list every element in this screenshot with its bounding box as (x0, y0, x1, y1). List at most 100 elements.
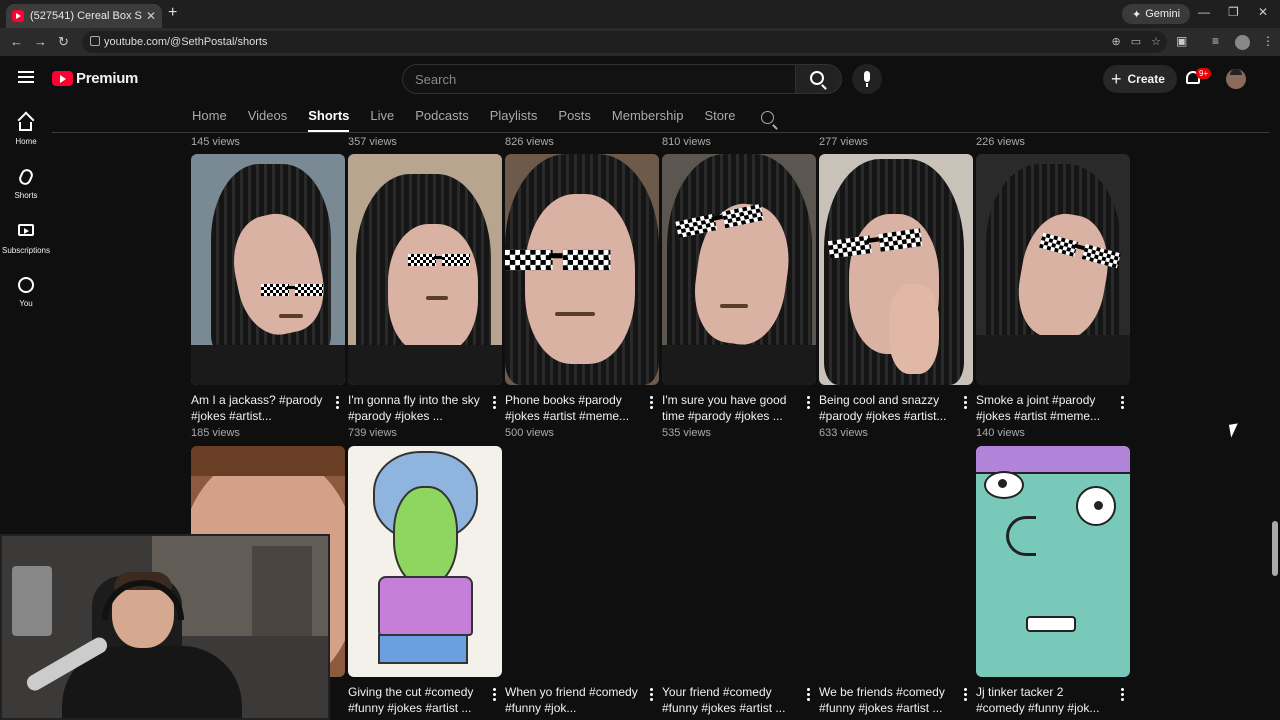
short-thumbnail[interactable] (348, 154, 502, 385)
more-options-icon[interactable] (493, 396, 496, 409)
guide-label: Shorts (14, 191, 38, 200)
media-queue-icon[interactable]: ≡ (1212, 34, 1219, 48)
guide-item-you[interactable]: You (0, 277, 52, 308)
browser-menu-icon[interactable]: ⋮ (1262, 34, 1274, 48)
tab-live[interactable]: Live (370, 102, 394, 132)
address-bar[interactable]: youtube.com/@SethPostal/shorts ⊕ ▭ ☆ (82, 31, 1167, 53)
more-options-icon[interactable] (807, 396, 810, 409)
search-input[interactable] (415, 71, 775, 87)
guide-item-home[interactable]: Home (0, 115, 52, 146)
short-card[interactable]: Smoke a joint #parody #jokes #artist #me… (976, 154, 1130, 439)
search-button[interactable] (796, 64, 842, 94)
create-button[interactable]: + Create (1103, 65, 1177, 93)
tab-videos[interactable]: Videos (248, 102, 288, 132)
short-card[interactable]: I'm sure you have good time #parody #jok… (662, 154, 816, 439)
window-close-button[interactable]: ✕ (1258, 5, 1268, 19)
search-icon (810, 71, 824, 85)
voice-search-icon[interactable] (852, 64, 882, 94)
browser-profile-avatar[interactable] (1235, 35, 1250, 50)
short-title[interactable]: Smoke a joint #parody #jokes #artist #me… (976, 392, 1110, 424)
maximize-button[interactable]: ❐ (1228, 5, 1239, 19)
reload-icon[interactable]: ↻ (58, 34, 69, 50)
short-card[interactable]: Being cool and snazzy #parody #jokes #ar… (819, 154, 973, 439)
tab-posts[interactable]: Posts (558, 102, 591, 132)
short-card[interactable]: When yo friend #comedy #funny #jok... (505, 446, 659, 716)
more-options-icon[interactable] (807, 688, 810, 701)
tab-podcasts[interactable]: Podcasts (415, 102, 468, 132)
short-views: 277 views (819, 136, 868, 148)
tab-playlists[interactable]: Playlists (490, 102, 538, 132)
tab-store[interactable]: Store (704, 102, 735, 132)
site-info-icon[interactable] (90, 36, 100, 46)
tab-shorts[interactable]: Shorts (308, 102, 350, 132)
short-thumbnail[interactable] (191, 154, 345, 385)
short-title[interactable]: When yo friend #comedy #funny #jok... (505, 684, 639, 716)
short-views: 633 views (819, 427, 868, 439)
youtube-logo[interactable]: Premium (52, 70, 138, 87)
more-options-icon[interactable] (493, 688, 496, 701)
menu-icon[interactable] (18, 71, 34, 83)
tab-close-icon[interactable]: ✕ (146, 9, 156, 23)
short-title[interactable]: We be friends #comedy #funny #jokes #art… (819, 684, 953, 716)
gemini-label: Gemini (1145, 8, 1181, 20)
more-options-icon[interactable] (964, 396, 967, 409)
account-avatar[interactable] (1226, 69, 1246, 89)
url-text: youtube.com/@SethPostal/shorts (104, 36, 268, 48)
short-card[interactable]: Am I a jackass? #parody #jokes #artist..… (191, 154, 345, 439)
page-scrollbar[interactable] (1270, 56, 1280, 720)
short-title[interactable]: Your friend #comedy #funny #jokes #artis… (662, 684, 796, 716)
shorts-icon (17, 167, 35, 187)
more-options-icon[interactable] (1121, 396, 1124, 409)
short-card[interactable]: Giving the cut #comedy #funny #jokes #ar… (348, 446, 502, 716)
short-title[interactable]: Jj tinker tacker 2 #comedy #funny #jok..… (976, 684, 1110, 716)
short-views: 810 views (662, 136, 711, 148)
short-thumbnail[interactable] (662, 154, 816, 385)
short-thumbnail[interactable] (976, 446, 1130, 677)
zoom-icon[interactable]: ⊕ (1112, 35, 1121, 48)
more-options-icon[interactable] (964, 688, 967, 701)
short-card[interactable]: Jj tinker tacker 2 #comedy #funny #jok..… (976, 446, 1130, 716)
short-card[interactable]: Phone books #parody #jokes #artist #meme… (505, 154, 659, 439)
more-options-icon[interactable] (1121, 688, 1124, 701)
extensions-icon[interactable]: ▣ (1176, 34, 1187, 48)
guide-label: Subscriptions (1, 246, 51, 255)
short-title[interactable]: Giving the cut #comedy #funny #jokes #ar… (348, 684, 482, 716)
short-views: 140 views (976, 427, 1025, 439)
short-thumbnail[interactable] (976, 154, 1130, 385)
short-views: 145 views (191, 136, 240, 148)
short-card[interactable]: I'm gonna fly into the sky #parody #joke… (348, 154, 502, 439)
short-title[interactable]: I'm gonna fly into the sky #parody #joke… (348, 392, 482, 424)
back-arrow-icon[interactable]: ← (10, 34, 23, 49)
short-thumbnail[interactable] (505, 154, 659, 385)
short-card[interactable]: Your friend #comedy #funny #jokes #artis… (662, 446, 816, 716)
gemini-button[interactable]: ✦ Gemini (1122, 4, 1191, 24)
more-options-icon[interactable] (650, 396, 653, 409)
short-thumbnail[interactable] (505, 446, 659, 677)
short-title[interactable]: Phone books #parody #jokes #artist #meme… (505, 392, 639, 424)
tab-membership[interactable]: Membership (612, 102, 684, 132)
plus-icon: + (1111, 68, 1122, 89)
short-thumbnail[interactable] (819, 446, 973, 677)
guide-item-shorts[interactable]: Shorts (0, 167, 52, 200)
browser-tab[interactable]: (527541) Cereal Box Seth - You ✕ (6, 4, 162, 28)
short-title[interactable]: Am I a jackass? #parody #jokes #artist..… (191, 392, 325, 424)
cast-icon[interactable]: ▭ (1131, 35, 1141, 48)
mouse-cursor-icon (1228, 423, 1241, 438)
short-views: 357 views (348, 136, 397, 148)
short-thumbnail[interactable] (819, 154, 973, 385)
forward-arrow-icon[interactable]: → (34, 34, 47, 49)
bookmark-star-icon[interactable]: ☆ (1151, 35, 1161, 48)
minimize-button[interactable]: — (1198, 5, 1210, 19)
short-title[interactable]: Being cool and snazzy #parody #jokes #ar… (819, 392, 953, 424)
short-card[interactable]: We be friends #comedy #funny #jokes #art… (819, 446, 973, 716)
new-tab-button[interactable]: + (168, 4, 177, 22)
short-thumbnail[interactable] (662, 446, 816, 677)
tab-home[interactable]: Home (192, 102, 227, 132)
more-options-icon[interactable] (336, 396, 339, 409)
short-title[interactable]: I'm sure you have good time #parody #jok… (662, 392, 796, 424)
more-options-icon[interactable] (650, 688, 653, 701)
short-thumbnail[interactable] (348, 446, 502, 677)
scrollbar-thumb[interactable] (1272, 521, 1278, 576)
guide-item-subscriptions[interactable]: Subscriptions (0, 222, 52, 255)
channel-search-icon[interactable] (760, 110, 774, 124)
